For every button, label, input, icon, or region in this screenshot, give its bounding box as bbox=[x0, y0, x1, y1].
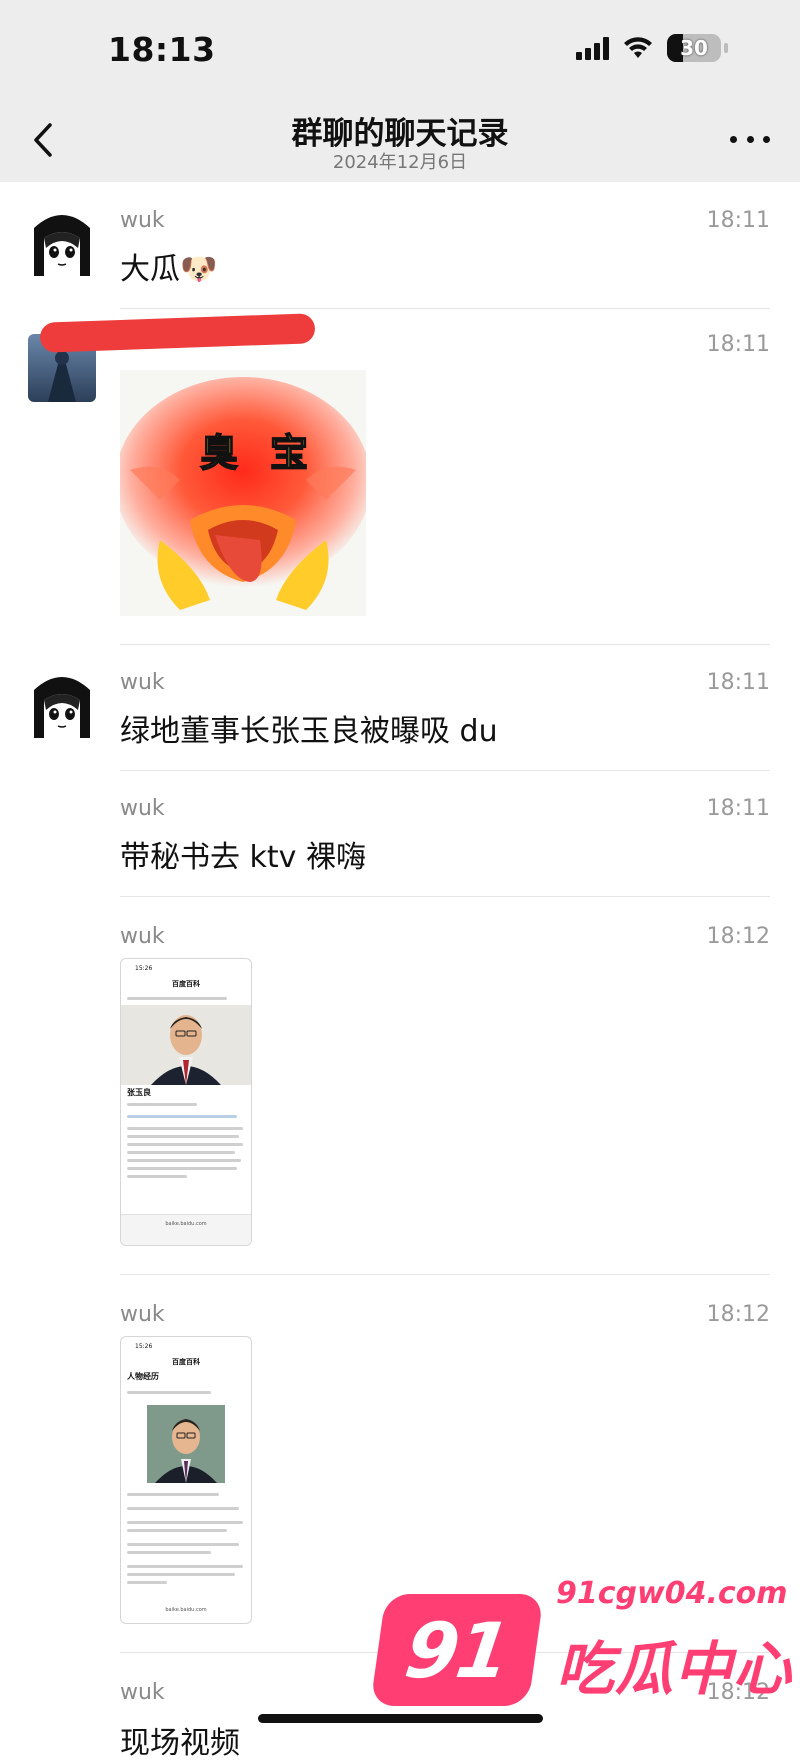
message-time: 18:12 bbox=[706, 1302, 770, 1327]
sender-name: wuk bbox=[120, 1302, 165, 1327]
screenshot-image[interactable]: 15:26 百度百科 人物经历 baike.baidu.com bbox=[120, 1336, 252, 1624]
signal-icon bbox=[576, 36, 609, 60]
more-dot-icon bbox=[730, 135, 737, 143]
shot-url: baike.baidu.com bbox=[165, 1221, 207, 1227]
battery-icon: 30 bbox=[667, 34, 721, 62]
home-indicator[interactable] bbox=[258, 1714, 543, 1723]
shot-url: baike.baidu.com bbox=[165, 1607, 207, 1613]
sender-name: wuk bbox=[120, 924, 165, 949]
shot-name: 张玉良 bbox=[127, 1088, 151, 1097]
list-item[interactable]: 18:11 臭 宝 bbox=[0, 310, 800, 645]
battery-cap bbox=[724, 43, 728, 53]
portrait-photo bbox=[147, 1405, 225, 1483]
avatar[interactable] bbox=[28, 208, 96, 276]
list-item[interactable]: wuk 18:11 带秘书去 ktv 裸嗨 bbox=[0, 770, 800, 897]
more-button[interactable] bbox=[730, 124, 770, 154]
portrait-photo bbox=[121, 1005, 251, 1085]
watermark-name: 吃瓜中心 bbox=[556, 1635, 793, 1703]
screenshot-image[interactable]: 15:26 百度百科 张玉良 baike.baidu.com bbox=[120, 958, 252, 1246]
watermark-logo-text: 91 bbox=[399, 1605, 515, 1695]
shot-title: 百度百科 bbox=[172, 1358, 200, 1366]
message-text: 带秘书去 ktv 裸嗨 bbox=[120, 840, 366, 875]
sender-name: wuk bbox=[120, 1680, 165, 1705]
list-item[interactable]: wuk 18:11 大瓜🐶 bbox=[0, 182, 800, 310]
avatar[interactable] bbox=[28, 670, 96, 738]
battery-level: 30 bbox=[680, 36, 708, 60]
sender-name: wuk bbox=[120, 670, 165, 695]
message-time: 18:11 bbox=[706, 332, 770, 357]
message-time: 18:11 bbox=[706, 796, 770, 821]
sender-name: wuk bbox=[120, 208, 165, 233]
message-text: 现场视频 bbox=[120, 1726, 240, 1761]
sticker-image[interactable]: 臭 宝 bbox=[120, 370, 366, 616]
divider bbox=[120, 308, 770, 309]
message-time: 18:11 bbox=[706, 208, 770, 233]
message-time: 18:11 bbox=[706, 670, 770, 695]
watermark-logo: 91 bbox=[370, 1594, 544, 1706]
shot-time: 15:26 bbox=[135, 965, 153, 972]
top-bar: 18:13 30 群聊的聊天记录 2024年12月6日 bbox=[0, 0, 800, 182]
message-text: 绿地董事长张玉良被曝吸 du bbox=[120, 714, 498, 749]
watermark-domain: 91cgw04.com bbox=[556, 1576, 788, 1611]
more-dot-icon bbox=[746, 135, 754, 143]
list-item[interactable]: wuk 18:11 绿地董事长张玉良被曝吸 du bbox=[0, 644, 800, 771]
more-dot-icon bbox=[763, 135, 770, 143]
page-title: 群聊的聊天记录 bbox=[291, 116, 509, 152]
shot-time: 15:26 bbox=[135, 1343, 153, 1350]
shot-title: 百度百科 bbox=[172, 980, 200, 988]
page-date: 2024年12月6日 bbox=[332, 152, 468, 173]
sticker-text-1: 臭 bbox=[200, 431, 238, 475]
sender-name: wuk bbox=[120, 796, 165, 821]
sticker-text-2: 宝 bbox=[270, 431, 308, 475]
wifi-icon bbox=[623, 37, 653, 59]
status-time: 18:13 bbox=[108, 30, 216, 69]
list-item[interactable]: wuk 18:12 15:26 百度百科 张玉良 baike.baidu.com bbox=[0, 896, 800, 1275]
message-time: 18:12 bbox=[706, 924, 770, 949]
shot-name: 人物经历 bbox=[127, 1372, 159, 1381]
message-text: 大瓜🐶 bbox=[120, 252, 218, 287]
status-icons: 30 bbox=[576, 34, 728, 62]
